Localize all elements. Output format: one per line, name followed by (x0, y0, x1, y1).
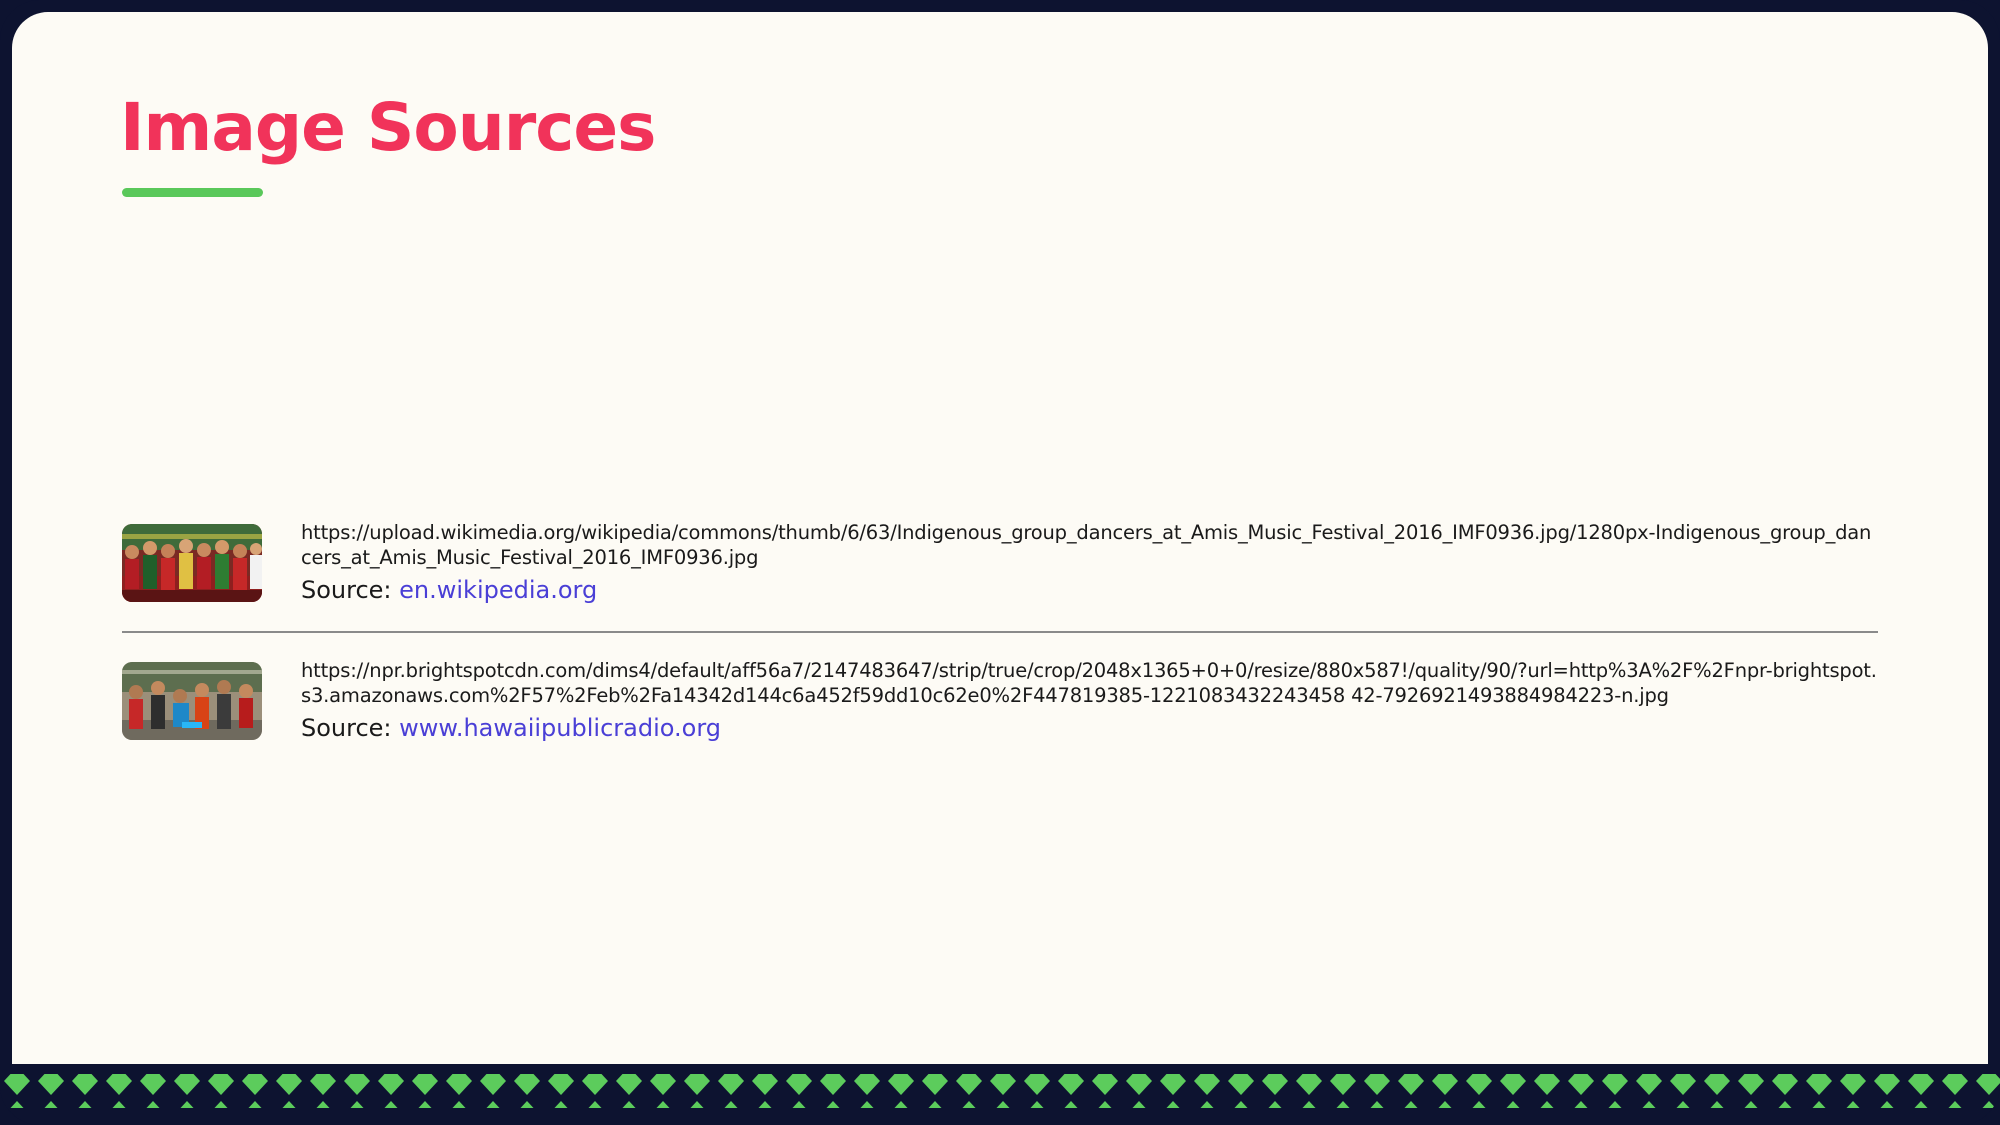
source-label: Source: (301, 714, 400, 742)
slide: Image Sources https://upload.wikimedia.o… (0, 0, 2000, 1125)
source-attribution: Source: www.hawaiipublicradio.org (301, 714, 721, 742)
source-thumbnail-image (122, 662, 262, 740)
decorative-pattern-band (0, 1064, 2000, 1125)
source-item: https://upload.wikimedia.org/wikipedia/c… (122, 520, 1878, 610)
source-thumbnail-image (122, 524, 262, 602)
source-url[interactable]: https://upload.wikimedia.org/wikipedia/c… (301, 520, 1881, 570)
source-item: https://npr.brightspotcdn.com/dims4/defa… (122, 658, 1878, 748)
source-link[interactable]: www.hawaiipublicradio.org (399, 714, 721, 742)
source-link[interactable]: en.wikipedia.org (399, 576, 597, 604)
divider (122, 631, 1878, 633)
source-label: Source: (301, 576, 400, 604)
title-underline (122, 188, 263, 197)
source-attribution: Source: en.wikipedia.org (301, 576, 597, 604)
source-url[interactable]: https://npr.brightspotcdn.com/dims4/defa… (301, 658, 1881, 708)
page-title: Image Sources (120, 89, 656, 166)
